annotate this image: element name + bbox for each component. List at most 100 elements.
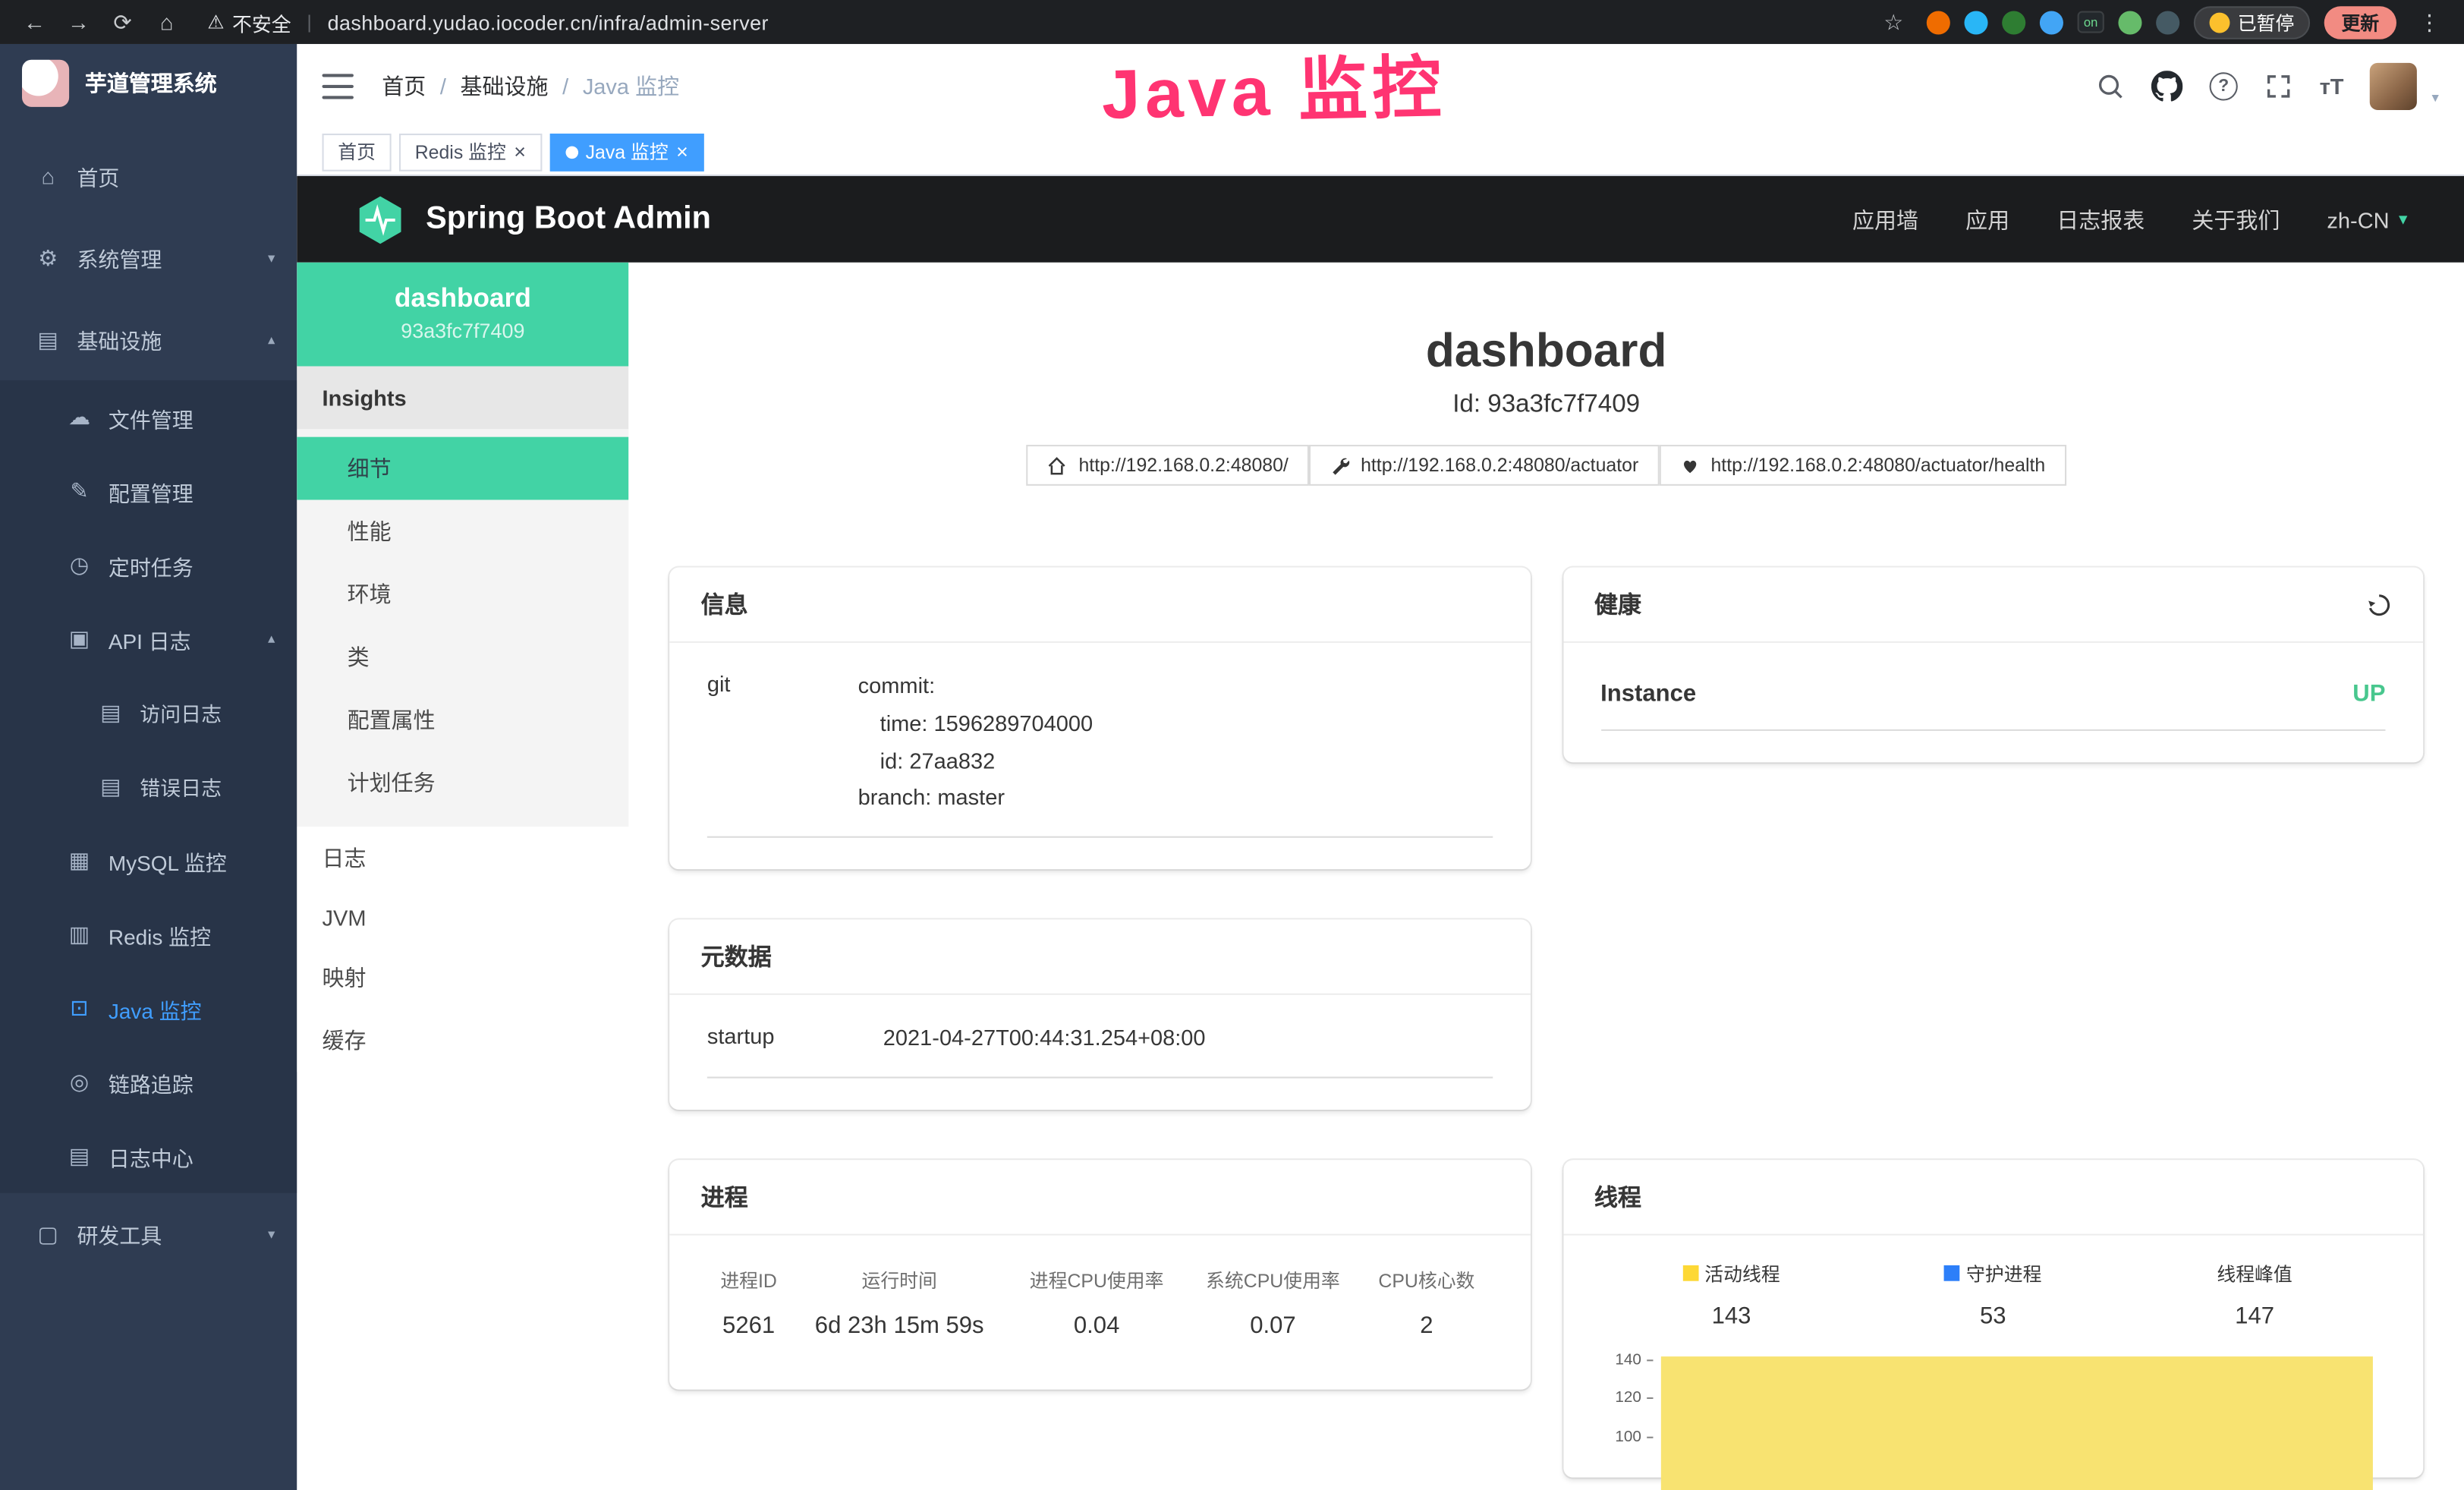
sba-nav-applications[interactable]: 应用	[1965, 203, 2009, 235]
sba-item-performance[interactable]: 性能	[297, 500, 628, 563]
close-icon[interactable]: ×	[676, 141, 688, 162]
sba-item-logs[interactable]: 日志	[297, 827, 628, 890]
active-threads-area	[1660, 1356, 2373, 1490]
back-icon[interactable]: ←	[16, 9, 54, 34]
breadcrumb-separator: /	[440, 74, 446, 99]
sba-nav-wall[interactable]: 应用墙	[1852, 203, 1918, 235]
hamburger-icon[interactable]	[323, 74, 354, 99]
search-icon[interactable]	[2097, 72, 2125, 100]
sba-logo-icon	[354, 193, 407, 246]
sidebar-item-java-monitor[interactable]: ⊡ Java 监控	[0, 972, 297, 1045]
breadcrumb-item[interactable]: 首页	[382, 71, 426, 102]
endpoint-chip-actuator[interactable]: http://192.168.0.2:48080/actuator	[1309, 445, 1659, 486]
endpoint-chips: http://192.168.0.2:48080/ http://192.168…	[669, 445, 2423, 486]
sidebar-item-home[interactable]: ⌂ 首页	[0, 135, 297, 217]
sba-nav-about[interactable]: 关于我们	[2192, 203, 2280, 235]
wrench-icon	[1330, 455, 1350, 475]
sba-item-jvm[interactable]: JVM	[297, 890, 628, 947]
process-card: 进程 进程ID 运行时间 进程CPU使用率 系统C	[669, 1160, 1530, 1389]
sidebar-item-label: 访问日志	[140, 698, 222, 727]
infrastructure-submenu: ☁ 文件管理 ✎ 配置管理 ◷ 定时任务 ▣ API 日志 ▴	[0, 380, 297, 1193]
font-size-icon[interactable]: тT	[2320, 74, 2344, 99]
url-text[interactable]: dashboard.yudao.iocoder.cn/infra/admin-s…	[328, 10, 769, 33]
sba-group-insights[interactable]: Insights	[297, 366, 628, 429]
help-icon[interactable]: ?	[2210, 72, 2238, 100]
warning-icon: ⚠	[207, 11, 224, 33]
sba-item-scheduled[interactable]: 计划任务	[297, 751, 628, 814]
threads-chart: 140 120 100	[1600, 1352, 2385, 1446]
info-value: commit: time: 1596289704000 id: 27aa832 …	[858, 668, 1493, 817]
sba-item-classes[interactable]: 类	[297, 625, 628, 688]
close-icon[interactable]: ×	[514, 141, 526, 162]
table-row: 5261 6d 23h 15m 59s 0.04 0.07 2	[707, 1312, 1492, 1358]
process-table: 进程ID 运行时间 进程CPU使用率 系统CPU使用率 CPU核心数	[707, 1261, 1492, 1358]
instance-header[interactable]: dashboard 93a3fc7f7409	[297, 263, 628, 367]
sidebar-item-error-logs[interactable]: ▤ 错误日志	[0, 750, 297, 824]
extension-icon[interactable]	[2156, 10, 2179, 33]
sidebar-item-file-mgmt[interactable]: ☁ 文件管理	[0, 380, 297, 454]
sba-navbar: Spring Boot Admin 应用墙 应用 日志报表 关于我们 zh-CN…	[297, 176, 2464, 263]
extension-icon[interactable]	[1927, 10, 1950, 33]
github-icon[interactable]	[2151, 71, 2182, 102]
metadata-row-startup: startup 2021-04-27T00:44:31.254+08:00	[707, 1020, 1492, 1078]
sidebar-item-mysql-monitor[interactable]: ▦ MySQL 监控	[0, 824, 297, 897]
paused-label: 已暂停	[2238, 8, 2295, 35]
extension-icon[interactable]	[1964, 10, 1987, 33]
extension-on-badge[interactable]: on	[2078, 11, 2104, 33]
sba-nav-journal[interactable]: 日志报表	[2056, 203, 2145, 235]
endpoint-chip-health[interactable]: http://192.168.0.2:48080/actuator/health	[1659, 445, 2066, 486]
breadcrumb-item[interactable]: 基础设施	[461, 71, 549, 102]
forward-icon[interactable]: →	[60, 9, 98, 34]
extension-icon[interactable]	[2118, 10, 2141, 33]
sidebar-item-label: 文件管理	[109, 402, 194, 433]
cloud-icon: ☁	[66, 404, 93, 430]
history-icon[interactable]	[2367, 592, 2392, 617]
update-button[interactable]: 更新	[2324, 5, 2396, 38]
sidebar-item-log-center[interactable]: ▤ 日志中心	[0, 1119, 297, 1192]
fullscreen-icon[interactable]	[2264, 72, 2292, 100]
security-badge[interactable]: ⚠ 不安全	[207, 7, 291, 36]
process-value: 6d 23h 15m 59s	[790, 1312, 1009, 1358]
tab-home[interactable]: 首页	[323, 133, 392, 171]
browser-home-icon[interactable]: ⌂	[148, 9, 186, 34]
sidebar-item-redis-monitor[interactable]: ▥ Redis 监控	[0, 897, 297, 971]
sidebar-item-trace[interactable]: ◎ 链路追踪	[0, 1045, 297, 1119]
extension-icon[interactable]	[2040, 10, 2063, 33]
sba-item-details[interactable]: 细节	[297, 437, 628, 500]
tab-java-monitor[interactable]: Java 监控 ×	[549, 133, 704, 171]
sidebar-item-dev-tools[interactable]: ▢ 研发工具 ▾	[0, 1193, 297, 1275]
reload-icon[interactable]: ⟳	[104, 8, 142, 35]
bookmark-star-icon[interactable]: ☆	[1874, 8, 1912, 35]
sidebar-item-access-logs[interactable]: ▤ 访问日志	[0, 676, 297, 749]
sba-item-mappings[interactable]: 映射	[297, 947, 628, 1010]
sidebar-item-infrastructure[interactable]: ▤ 基础设施 ▴	[0, 298, 297, 380]
process-value: 5261	[707, 1312, 791, 1358]
breadcrumb-separator: /	[562, 74, 568, 99]
app-logo[interactable]: 芋道管理系统	[0, 44, 297, 123]
log-icon: ▣	[66, 625, 93, 652]
browser-menu-icon[interactable]: ⋮	[2411, 8, 2449, 35]
sba-item-config-props[interactable]: 配置属性	[297, 688, 628, 751]
endpoint-url: http://192.168.0.2:48080/actuator	[1361, 454, 1638, 476]
app-logo-image	[22, 60, 69, 107]
endpoint-chip-base[interactable]: http://192.168.0.2:48080/	[1027, 445, 1309, 486]
tab-redis-monitor[interactable]: Redis 监控 ×	[399, 133, 542, 171]
sba-item-caches[interactable]: 缓存	[297, 1009, 628, 1072]
sba-brand[interactable]: Spring Boot Admin	[354, 193, 711, 246]
sidebar-item-label: 错误日志	[140, 772, 222, 802]
home-icon: ⌂	[35, 163, 61, 188]
process-value: 0.07	[1185, 1312, 1361, 1358]
sidebar-item-config-mgmt[interactable]: ✎ 配置管理	[0, 454, 297, 528]
avatar[interactable]	[2371, 63, 2418, 110]
locale-select[interactable]: zh-CN ▾	[2327, 206, 2407, 232]
extension-icon[interactable]	[2002, 10, 2025, 33]
process-col-header: 进程ID	[707, 1261, 791, 1312]
sba-item-environment[interactable]: 环境	[297, 562, 628, 625]
sidebar-item-system-mgmt[interactable]: ⚙ 系统管理 ▾	[0, 217, 297, 299]
paused-extensions-badge[interactable]: 已暂停	[2194, 5, 2310, 38]
info-key: git	[707, 668, 858, 817]
sidebar-item-scheduled-tasks[interactable]: ◷ 定时任务	[0, 528, 297, 602]
sidebar-item-api-logs[interactable]: ▣ API 日志 ▴	[0, 602, 297, 676]
monitor-icon: ▤	[35, 326, 61, 353]
chevron-down-icon: ▾	[2399, 209, 2407, 229]
